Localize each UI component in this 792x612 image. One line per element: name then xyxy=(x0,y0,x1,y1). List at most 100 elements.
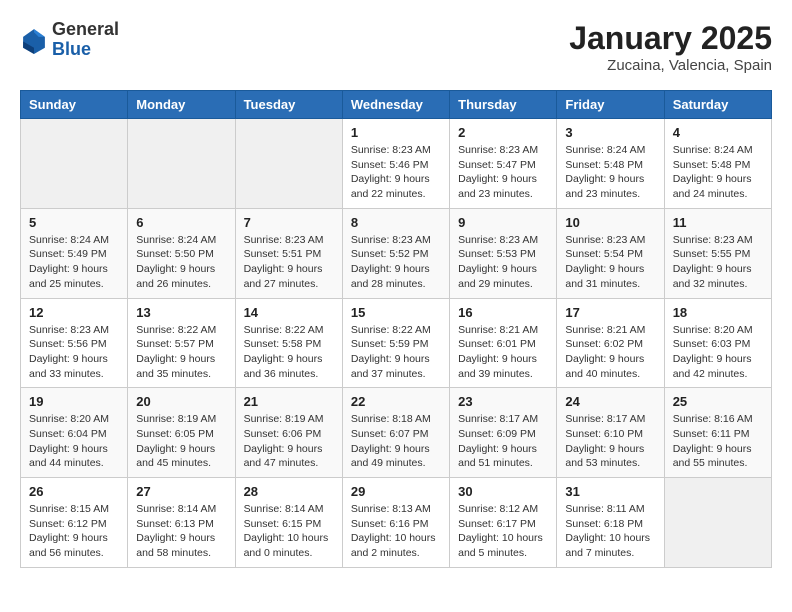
day-number: 1 xyxy=(351,125,441,140)
day-info: Sunrise: 8:19 AM Sunset: 6:05 PM Dayligh… xyxy=(136,412,226,471)
calendar-cell: 30Sunrise: 8:12 AM Sunset: 6:17 PM Dayli… xyxy=(450,478,557,568)
day-number: 27 xyxy=(136,484,226,499)
weekday-header: Wednesday xyxy=(342,91,449,119)
calendar-cell: 29 Sunrise: 8:13 AM Sunset: 6:16 PM Dayli… xyxy=(342,478,449,568)
weekday-header: Thursday xyxy=(450,91,557,119)
day-number: 14 xyxy=(244,305,334,320)
calendar-cell: 19 Sunrise: 8:20 AM Sunset: 6:04 PM Dayli… xyxy=(21,388,128,478)
calendar-cell: 17 Sunrise: 8:21 AM Sunset: 6:02 PM Dayli… xyxy=(557,298,664,388)
day-info: Sunrise: 8:15 AM Sunset: 6:12 PM Dayligh… xyxy=(29,502,119,561)
day-number: 15 xyxy=(351,305,441,320)
calendar-cell: 6 Sunrise: 8:24 AM Sunset: 5:50 PM Daylig… xyxy=(128,208,235,298)
calendar-week-row: 5Sunrise: 8:24 AM Sunset: 5:49 PM Daylig… xyxy=(21,208,772,298)
day-number: 9 xyxy=(458,215,548,230)
day-info: Sunrise: 8:23 AM Sunset: 5:53 PM Dayligh… xyxy=(458,233,548,292)
logo-icon xyxy=(20,26,48,54)
day-info: Sunrise: 8:20 AM Sunset: 6:04 PM Dayligh… xyxy=(29,412,119,471)
day-number: 13 xyxy=(136,305,226,320)
title-block: January 2025 Zucaina, Valencia, Spain xyxy=(569,20,772,74)
weekday-row: SundayMondayTuesdayWednesdayThursdayFrid… xyxy=(21,91,772,119)
day-info: Sunrise: 8:24 AM Sunset: 5:50 PM Dayligh… xyxy=(136,233,226,292)
calendar-cell xyxy=(235,119,342,209)
day-info: Sunrise: 8:11 AM Sunset: 6:18 PM Dayligh… xyxy=(565,502,655,561)
day-number: 18 xyxy=(673,305,763,320)
calendar-cell: 26Sunrise: 8:15 AM Sunset: 6:12 PM Dayli… xyxy=(21,478,128,568)
logo-blue-text: Blue xyxy=(52,40,119,60)
calendar-cell: 20Sunrise: 8:19 AM Sunset: 6:05 PM Dayli… xyxy=(128,388,235,478)
day-info: Sunrise: 8:23 AM Sunset: 5:46 PM Dayligh… xyxy=(351,143,441,202)
day-number: 2 xyxy=(458,125,548,140)
calendar-cell: 31 Sunrise: 8:11 AM Sunset: 6:18 PM Dayli… xyxy=(557,478,664,568)
day-info: Sunrise: 8:22 AM Sunset: 5:58 PM Dayligh… xyxy=(244,323,334,382)
calendar-table: SundayMondayTuesdayWednesdayThursdayFrid… xyxy=(20,90,772,568)
logo: General Blue xyxy=(20,20,119,60)
calendar-cell xyxy=(21,119,128,209)
day-number: 11 xyxy=(673,215,763,230)
day-info: Sunrise: 8:13 AM Sunset: 6:16 PM Dayligh… xyxy=(351,502,441,561)
day-number: 29 xyxy=(351,484,441,499)
day-number: 23 xyxy=(458,394,548,409)
day-number: 12 xyxy=(29,305,119,320)
logo-text: General Blue xyxy=(52,20,119,60)
calendar-cell: 10Sunrise: 8:23 AM Sunset: 5:54 PM Dayli… xyxy=(557,208,664,298)
day-info: Sunrise: 8:17 AM Sunset: 6:09 PM Dayligh… xyxy=(458,412,548,471)
day-info: Sunrise: 8:22 AM Sunset: 5:57 PM Dayligh… xyxy=(136,323,226,382)
day-number: 30 xyxy=(458,484,548,499)
weekday-header: Saturday xyxy=(664,91,771,119)
day-number: 22 xyxy=(351,394,441,409)
calendar-cell: 12 Sunrise: 8:23 AM Sunset: 5:56 PM Dayli… xyxy=(21,298,128,388)
calendar-cell: 9 Sunrise: 8:23 AM Sunset: 5:53 PM Daylig… xyxy=(450,208,557,298)
calendar-cell: 18Sunrise: 8:20 AM Sunset: 6:03 PM Dayli… xyxy=(664,298,771,388)
calendar-cell: 14 Sunrise: 8:22 AM Sunset: 5:58 PM Dayli… xyxy=(235,298,342,388)
page-header: General Blue January 2025 Zucaina, Valen… xyxy=(20,20,772,74)
day-number: 16 xyxy=(458,305,548,320)
weekday-header: Tuesday xyxy=(235,91,342,119)
day-info: Sunrise: 8:17 AM Sunset: 6:10 PM Dayligh… xyxy=(565,412,655,471)
day-info: Sunrise: 8:21 AM Sunset: 6:02 PM Dayligh… xyxy=(565,323,655,382)
calendar-week-row: 26Sunrise: 8:15 AM Sunset: 6:12 PM Dayli… xyxy=(21,478,772,568)
day-info: Sunrise: 8:24 AM Sunset: 5:48 PM Dayligh… xyxy=(673,143,763,202)
day-info: Sunrise: 8:21 AM Sunset: 6:01 PM Dayligh… xyxy=(458,323,548,382)
calendar-cell: 25Sunrise: 8:16 AM Sunset: 6:11 PM Dayli… xyxy=(664,388,771,478)
calendar-header: SundayMondayTuesdayWednesdayThursdayFrid… xyxy=(21,91,772,119)
calendar-cell: 11 Sunrise: 8:23 AM Sunset: 5:55 PM Dayli… xyxy=(664,208,771,298)
calendar-cell: 13 Sunrise: 8:22 AM Sunset: 5:57 PM Dayli… xyxy=(128,298,235,388)
calendar-cell: 7 Sunrise: 8:23 AM Sunset: 5:51 PM Daylig… xyxy=(235,208,342,298)
day-number: 8 xyxy=(351,215,441,230)
day-info: Sunrise: 8:23 AM Sunset: 5:52 PM Dayligh… xyxy=(351,233,441,292)
day-info: Sunrise: 8:23 AM Sunset: 5:55 PM Dayligh… xyxy=(673,233,763,292)
day-number: 10 xyxy=(565,215,655,230)
calendar-cell: 5Sunrise: 8:24 AM Sunset: 5:49 PM Daylig… xyxy=(21,208,128,298)
calendar-cell: 22Sunrise: 8:18 AM Sunset: 6:07 PM Dayli… xyxy=(342,388,449,478)
day-info: Sunrise: 8:23 AM Sunset: 5:47 PM Dayligh… xyxy=(458,143,548,202)
day-number: 17 xyxy=(565,305,655,320)
day-info: Sunrise: 8:24 AM Sunset: 5:48 PM Dayligh… xyxy=(565,143,655,202)
calendar-cell: 3Sunrise: 8:24 AM Sunset: 5:48 PM Daylig… xyxy=(557,119,664,209)
logo-general-text: General xyxy=(52,20,119,40)
calendar-week-row: 1 Sunrise: 8:23 AM Sunset: 5:46 PM Daylig… xyxy=(21,119,772,209)
day-number: 4 xyxy=(673,125,763,140)
day-info: Sunrise: 8:23 AM Sunset: 5:51 PM Dayligh… xyxy=(244,233,334,292)
calendar-cell xyxy=(128,119,235,209)
calendar-cell: 27 Sunrise: 8:14 AM Sunset: 6:13 PM Dayli… xyxy=(128,478,235,568)
day-number: 31 xyxy=(565,484,655,499)
day-info: Sunrise: 8:14 AM Sunset: 6:13 PM Dayligh… xyxy=(136,502,226,561)
day-info: Sunrise: 8:24 AM Sunset: 5:49 PM Dayligh… xyxy=(29,233,119,292)
day-number: 19 xyxy=(29,394,119,409)
calendar-cell: 28Sunrise: 8:14 AM Sunset: 6:15 PM Dayli… xyxy=(235,478,342,568)
calendar-week-row: 12 Sunrise: 8:23 AM Sunset: 5:56 PM Dayli… xyxy=(21,298,772,388)
calendar-cell: 24Sunrise: 8:17 AM Sunset: 6:10 PM Dayli… xyxy=(557,388,664,478)
calendar-week-row: 19 Sunrise: 8:20 AM Sunset: 6:04 PM Dayli… xyxy=(21,388,772,478)
day-info: Sunrise: 8:14 AM Sunset: 6:15 PM Dayligh… xyxy=(244,502,334,561)
day-number: 6 xyxy=(136,215,226,230)
calendar-cell: 15 Sunrise: 8:22 AM Sunset: 5:59 PM Dayli… xyxy=(342,298,449,388)
day-info: Sunrise: 8:19 AM Sunset: 6:06 PM Dayligh… xyxy=(244,412,334,471)
month-title: January 2025 xyxy=(569,20,772,57)
location: Zucaina, Valencia, Spain xyxy=(569,57,772,74)
calendar-body: 1 Sunrise: 8:23 AM Sunset: 5:46 PM Daylig… xyxy=(21,119,772,568)
calendar-cell: 8 Sunrise: 8:23 AM Sunset: 5:52 PM Daylig… xyxy=(342,208,449,298)
day-info: Sunrise: 8:23 AM Sunset: 5:56 PM Dayligh… xyxy=(29,323,119,382)
day-number: 7 xyxy=(244,215,334,230)
day-info: Sunrise: 8:22 AM Sunset: 5:59 PM Dayligh… xyxy=(351,323,441,382)
weekday-header: Monday xyxy=(128,91,235,119)
